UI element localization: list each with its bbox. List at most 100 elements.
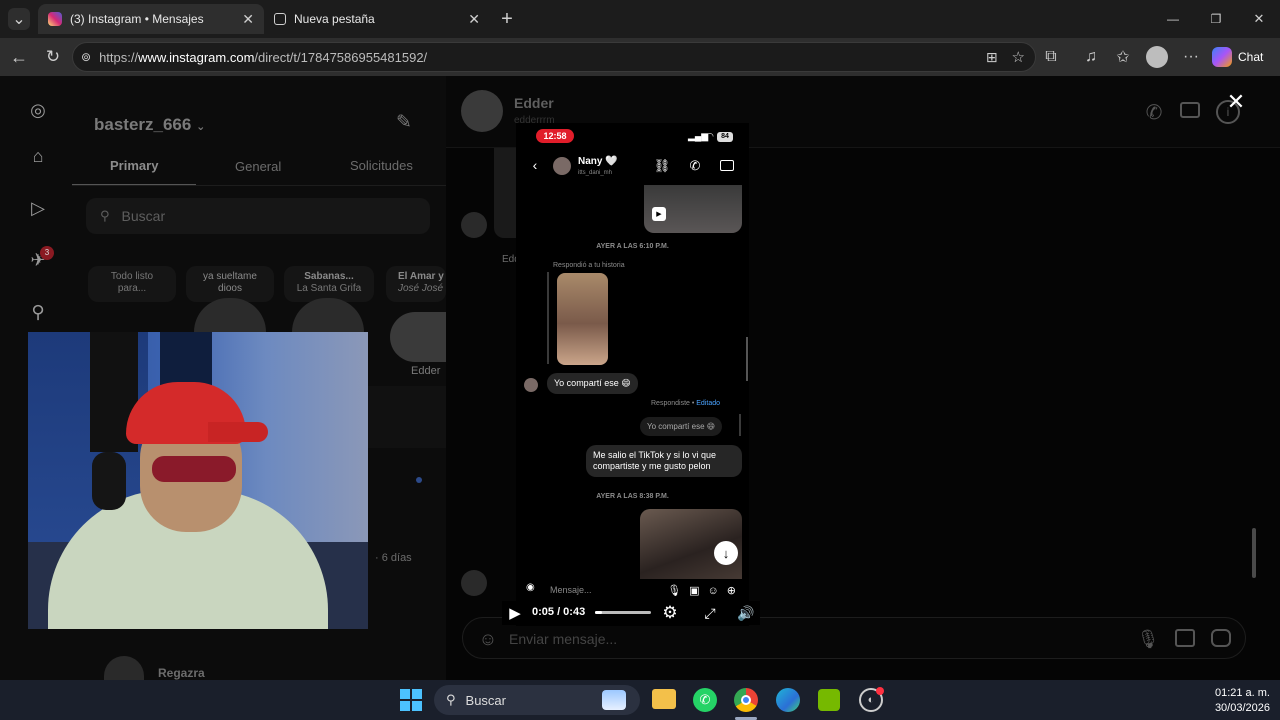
minimize-icon[interactable]: — (1162, 8, 1184, 30)
compose-icon[interactable]: ✎ (392, 110, 416, 134)
message-text: Me salio el TikTok y si lo vi que (593, 450, 717, 460)
taskbar-search[interactable]: ⚲ Buscar (434, 685, 640, 715)
note-bubble[interactable]: Todo listo para... (88, 266, 176, 302)
tab-requests[interactable]: Solicitudes (350, 158, 413, 173)
shared-post-preview[interactable] (494, 148, 518, 238)
nvidia-icon[interactable] (818, 689, 840, 711)
tab-primary[interactable]: Primary (110, 158, 158, 173)
phone-input-icons: 🎙▣☺⊕ (667, 584, 744, 597)
cap-brim (208, 422, 268, 442)
tab-divider (72, 185, 446, 186)
home-icon[interactable]: ⌂ (26, 144, 50, 168)
file-explorer-icon[interactable] (652, 689, 676, 709)
note-text: José José (398, 283, 444, 294)
profile-avatar[interactable] (1146, 46, 1168, 68)
edge-icon[interactable] (776, 688, 800, 712)
search-input[interactable]: ⚲ Buscar (86, 198, 430, 234)
reels-icon[interactable]: ▷ (26, 196, 50, 220)
search-icon: ⚲ (446, 692, 456, 707)
fullscreen-icon[interactable]: ⤢ (700, 603, 720, 623)
phone-clock: 12:58 (536, 129, 574, 143)
story-avatar-edder[interactable] (390, 312, 446, 362)
inbox-username[interactable]: basterz_666 ⌄ (94, 115, 205, 135)
favorites-icon[interactable]: ✩ (1112, 46, 1134, 68)
tab-new[interactable]: Nueva pestaña ✕ (264, 4, 490, 34)
restore-icon[interactable]: ❐ (1205, 8, 1227, 30)
replied-label: Respondió a tu historia (553, 262, 625, 269)
tab-list-icon[interactable]: ⌄ (8, 8, 30, 30)
back-icon[interactable]: ← (8, 46, 30, 68)
site-info-icon[interactable]: ⊚ (81, 50, 91, 64)
instagram-page: ◎ ⌂ ▷ ✈ 3 ⚲ basterz_666 ⌄ ✎ Primary Gene… (0, 76, 1280, 680)
settings-gear-icon[interactable]: ⚙ (660, 603, 680, 623)
instagram-logo-icon[interactable]: ◎ (26, 98, 50, 122)
phone-call-icon[interactable]: ✆ (1142, 100, 1166, 124)
url-path: /direct/t/17847586955481592/ (254, 49, 428, 65)
phone-icon: ✆ (689, 158, 701, 173)
note-text: para... (117, 283, 147, 294)
seek-bar[interactable] (595, 611, 651, 614)
extensions-icon[interactable]: ⧉ (1040, 46, 1062, 68)
video-camera-icon (720, 160, 734, 171)
copilot-chat-button[interactable]: Chat (1212, 44, 1274, 70)
image-icon[interactable] (1175, 629, 1195, 647)
search-icon[interactable]: ⚲ (26, 300, 50, 324)
chrome-icon[interactable] (734, 688, 758, 712)
message-avatar (461, 570, 487, 596)
close-tab-icon[interactable]: ✕ (468, 11, 480, 28)
note-text: dioos (218, 283, 242, 294)
reply-text: Respondiste (651, 400, 690, 407)
reply-line (547, 272, 549, 364)
toolbar: ← ↻ ⊚ https://www.instagram.com/direct/t… (0, 38, 1280, 76)
media-icon[interactable]: ♫ (1080, 46, 1102, 68)
contact-avatar[interactable] (461, 90, 503, 132)
message-input[interactable]: Enviar mensaje... (509, 631, 617, 647)
tab-instagram[interactable]: (3) Instagram • Mensajes ✕ (38, 4, 264, 34)
new-tab-icon[interactable]: + (496, 8, 518, 30)
story-name: Edder (411, 365, 441, 377)
webcam-overlay (28, 332, 368, 629)
note-text: ya sueltame (203, 271, 257, 282)
story-thumbnail (557, 273, 608, 365)
video-player[interactable]: 12:58 ▂▄▆ ◠ 84 ‹ Nany 🤍 itts_dani_mh ⛓ ✆… (502, 123, 760, 626)
video-call-icon[interactable] (1180, 102, 1200, 118)
story-avatar[interactable] (292, 298, 364, 332)
contact-name[interactable]: Edder (514, 95, 554, 111)
reply-line (739, 414, 741, 436)
windows-start-icon[interactable] (400, 689, 422, 711)
tab-label: (3) Instagram • Mensajes (70, 12, 204, 26)
microphone-icon[interactable]: 🎙 (1137, 628, 1160, 650)
sticker-icon[interactable] (1211, 629, 1231, 647)
volume-icon[interactable]: 🔊 (736, 603, 756, 623)
more-menu-icon[interactable]: ··· (1180, 46, 1202, 68)
emoji-icon[interactable]: ☺ (477, 628, 499, 650)
note-bubble[interactable]: El Amar y José José (386, 266, 446, 302)
story-avatar[interactable] (194, 298, 266, 332)
apps-icon[interactable]: ⊞ (986, 49, 998, 66)
timestamp: AYER A LAS 6:10 P.M. (596, 243, 669, 250)
url-domain: www.instagram.com (138, 49, 255, 65)
tab-general[interactable]: General (235, 159, 281, 174)
play-badge-icon: ▶ (652, 207, 666, 221)
close-viewer-icon[interactable]: ✕ (1224, 89, 1248, 114)
phone-scrollbar (746, 337, 748, 381)
favorite-star-icon[interactable]: ☆ (1012, 48, 1025, 66)
unread-dot (416, 477, 422, 483)
whatsapp-icon[interactable]: ✆ (693, 688, 717, 712)
system-clock[interactable]: 01:21 a. m. 30/03/2026 (1180, 686, 1270, 716)
conversation-avatar[interactable] (104, 656, 144, 680)
page-favicon-icon (274, 13, 286, 25)
note-bubble[interactable]: ya sueltame dioos (186, 266, 274, 302)
sunglasses (152, 456, 236, 482)
contact-name: Nany 🤍 (578, 156, 618, 167)
phone-input-placeholder: Mensaje... (550, 585, 592, 595)
scrollbar-thumb[interactable] (1252, 528, 1256, 578)
close-tab-icon[interactable]: ✕ (242, 11, 254, 28)
note-bubble[interactable]: Sabanas... La Santa Grifa (284, 266, 374, 302)
scrollbar[interactable] (1250, 148, 1258, 668)
reload-icon[interactable]: ↻ (42, 46, 64, 68)
address-field[interactable]: ⊚ https://www.instagram.com/direct/t/178… (72, 42, 1036, 72)
url-prefix: https:// (99, 49, 139, 65)
play-icon[interactable]: ▶ (506, 603, 524, 623)
close-window-icon[interactable]: ✕ (1248, 8, 1270, 30)
